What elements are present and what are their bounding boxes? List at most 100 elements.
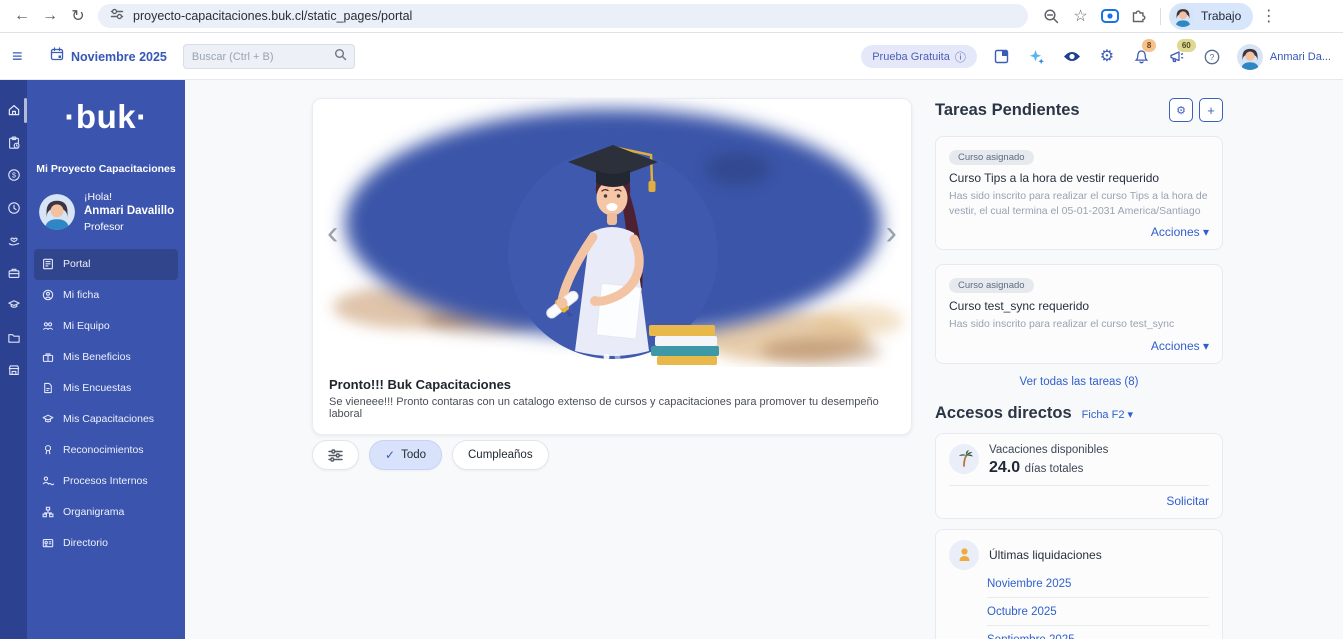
search-input[interactable]: [192, 51, 334, 63]
user-short-name: Anmari Da...: [1270, 51, 1331, 63]
filter-settings-button[interactable]: [312, 440, 359, 470]
sidebar-item-reconocimientos[interactable]: Reconocimientos: [34, 435, 178, 466]
greeting: ¡Hola!: [84, 190, 174, 204]
browser-back-button[interactable]: ←: [8, 2, 36, 30]
sidebar-item-label: Mi ficha: [63, 289, 99, 301]
carousel-image: ‹ ›: [313, 99, 911, 367]
trial-label: Prueba Gratuita: [872, 51, 950, 63]
sidebar-item-organigrama[interactable]: Organigrama: [34, 497, 178, 528]
site-settings-icon[interactable]: [110, 7, 124, 26]
sidebar-user-name: Anmari Davalillo: [84, 204, 174, 220]
address-bar[interactable]: proyecto-capacitaciones.buk.cl/static_pa…: [98, 4, 1028, 28]
bookmark-star-icon[interactable]: ☆: [1067, 3, 1094, 30]
task-title: Curso test_sync requerido: [949, 299, 1209, 313]
sparkles-ai-icon[interactable]: [1027, 47, 1047, 67]
browser-actions: ☆ Trabajo ⋮: [1038, 3, 1282, 30]
vacations-label: Vacaciones disponibles: [989, 444, 1108, 456]
shortcuts-header: Accesos directos Ficha F2 ▾: [935, 404, 1223, 423]
sidebar-item-label: Organigrama: [63, 506, 124, 518]
carousel-dot-active[interactable]: [604, 354, 610, 360]
carousel-prev-icon[interactable]: ‹: [327, 216, 338, 250]
right-panel: Tareas Pendientes ⚙ + Curso asignado Cur…: [935, 80, 1223, 639]
buk-logo: ·buk·: [27, 98, 185, 136]
toolbar-actions: Prueba Gratuita ⓘ: [861, 44, 1331, 70]
user-menu[interactable]: Anmari Da...: [1237, 44, 1331, 70]
sidebar: ·buk· Mi Proyecto Capacitaciones ¡Hola! …: [27, 80, 185, 639]
rail-benefits-hand-icon[interactable]: [0, 224, 27, 257]
plus-icon: +: [1207, 103, 1215, 118]
tasks-title: Tareas Pendientes: [935, 101, 1080, 120]
feed-filters: ✓ Todo Cumpleaños: [312, 440, 549, 470]
browser-reload-button[interactable]: ↻: [64, 2, 92, 30]
filter-all-pill[interactable]: ✓ Todo: [369, 440, 442, 470]
payslip-month-link[interactable]: Septiembre 2025: [987, 626, 1209, 639]
payslip-person-icon: [949, 540, 979, 570]
payslip-month-link[interactable]: Noviembre 2025: [987, 570, 1209, 598]
vacation-days-suffix: días totales: [1025, 463, 1084, 475]
ficha-selector[interactable]: Ficha F2 ▾: [1082, 408, 1133, 421]
team-icon: [42, 320, 54, 332]
carousel-next-icon[interactable]: ›: [886, 216, 897, 250]
sidebar-item-label: Reconocimientos: [63, 444, 144, 456]
notifications-bell-icon[interactable]: 8: [1132, 47, 1152, 67]
rail-clipboard-icon[interactable]: [0, 127, 27, 160]
browser-menu-icon[interactable]: ⋮: [1255, 3, 1282, 30]
user-avatar: [1237, 44, 1263, 70]
tasks-settings-button[interactable]: ⚙: [1169, 98, 1193, 122]
gear-icon: ⚙: [1176, 104, 1186, 117]
visibility-eye-icon[interactable]: [1062, 47, 1082, 67]
view-all-tasks-link[interactable]: Ver todas las tareas (8): [935, 376, 1223, 388]
sidebar-item-mis-capacitaciones[interactable]: Mis Capacitaciones: [34, 404, 178, 435]
graduation-illustration: [313, 99, 912, 367]
caret-down-icon: ▾: [1128, 409, 1134, 421]
award-icon: [42, 444, 54, 456]
check-icon: ✓: [385, 448, 395, 462]
url-text: proyecto-capacitaciones.buk.cl/static_pa…: [133, 9, 412, 23]
task-actions-dropdown[interactable]: Acciones ▾: [949, 339, 1209, 353]
rail-history-clock-icon[interactable]: [0, 192, 27, 225]
announcement-icon[interactable]: 60: [1167, 47, 1187, 67]
sidebar-item-mi-equipo[interactable]: Mi Equipo: [34, 311, 178, 342]
rail-home-icon[interactable]: [0, 94, 27, 127]
global-search[interactable]: [183, 44, 355, 69]
browser-forward-button[interactable]: →: [36, 2, 64, 30]
sidebar-item-mi-ficha[interactable]: Mi ficha: [34, 280, 178, 311]
sidebar-item-mis-encuestas[interactable]: Mis Encuestas: [34, 373, 178, 404]
task-actions-dropdown[interactable]: Acciones ▾: [949, 225, 1209, 239]
carousel-subtitle: Se vieneee!!! Pronto contaras con un cat…: [329, 396, 895, 420]
rail-briefcase-icon[interactable]: [0, 257, 27, 290]
payslip-month-link[interactable]: Octubre 2025: [987, 598, 1209, 626]
svg-text:?: ?: [1209, 52, 1214, 62]
icon-rail: $: [0, 80, 27, 639]
carousel-dot[interactable]: [615, 354, 621, 360]
sidebar-item-label: Directorio: [63, 537, 108, 549]
period-selector[interactable]: Noviembre 2025: [50, 47, 167, 66]
task-badge: Curso asignado: [949, 150, 1034, 165]
settings-gear-icon[interactable]: ⚙: [1097, 47, 1117, 67]
extensions-puzzle-icon[interactable]: [1125, 3, 1152, 30]
filter-birthdays-pill[interactable]: Cumpleaños: [452, 440, 549, 470]
search-icon[interactable]: [334, 48, 347, 66]
zoom-out-icon[interactable]: [1038, 3, 1065, 30]
media-controls-icon[interactable]: [1096, 3, 1123, 30]
app-body: $ ·buk· Mi Proyecto Capacit: [0, 80, 1343, 639]
rail-education-cap-icon[interactable]: [0, 289, 27, 322]
rail-money-icon[interactable]: $: [0, 159, 27, 192]
sidebar-item-mis-beneficios[interactable]: Mis Beneficios: [34, 342, 178, 373]
help-icon[interactable]: ?: [1202, 47, 1222, 67]
tasks-header: Tareas Pendientes ⚙ +: [935, 98, 1223, 122]
sidebar-item-procesos-internos[interactable]: Procesos Internos: [34, 466, 178, 497]
tasks-add-button[interactable]: +: [1199, 98, 1223, 122]
rail-folder-icon[interactable]: [0, 322, 27, 355]
sidebar-item-portal[interactable]: Portal: [34, 249, 178, 280]
payslips-label: Últimas liquidaciones: [989, 548, 1102, 562]
signature-icon: [42, 475, 54, 487]
trial-badge[interactable]: Prueba Gratuita ⓘ: [861, 45, 977, 68]
browser-profile-chip[interactable]: Trabajo: [1169, 3, 1253, 30]
bookmark-icon[interactable]: [992, 47, 1012, 67]
rail-company-icon[interactable]: [0, 354, 27, 387]
request-vacation-link[interactable]: Solicitar: [949, 485, 1209, 508]
sidebar-toggle-icon[interactable]: ≡: [12, 46, 34, 67]
task-title: Curso Tips a la hora de vestir requerido: [949, 171, 1209, 185]
sidebar-item-directorio[interactable]: Directorio: [34, 528, 178, 559]
